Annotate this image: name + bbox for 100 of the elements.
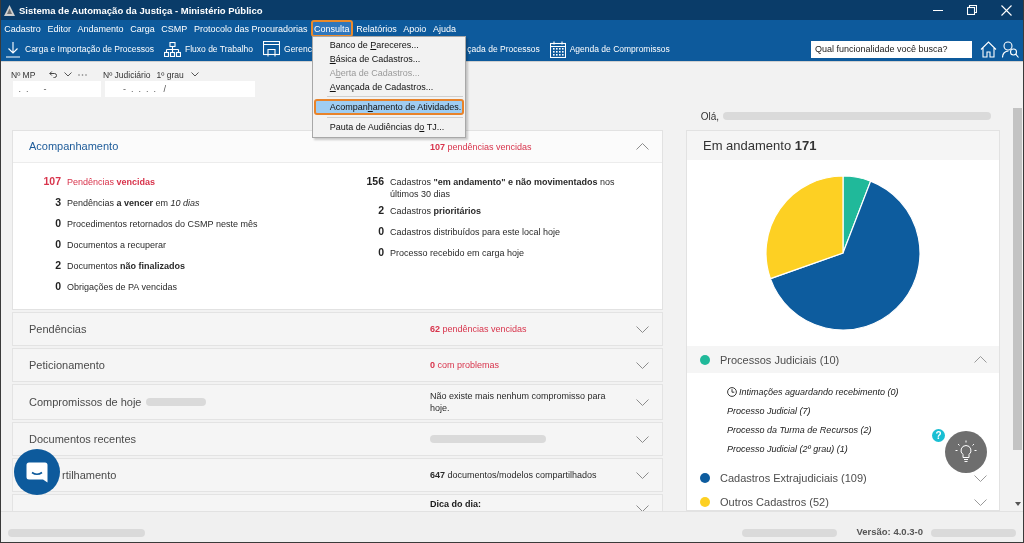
hierarchy-icon	[164, 41, 181, 57]
window-icon	[263, 41, 281, 57]
menu-item[interactable]: Protocolo das Procuradorias	[190, 20, 311, 37]
menu-item[interactable]: CSMP	[158, 20, 191, 37]
menu-item[interactable]: Pauta de Audiências do TJ...	[313, 120, 465, 134]
menu-item[interactable]: Carga	[126, 20, 158, 37]
scroll-down-icon[interactable]	[1014, 502, 1021, 506]
stat-label: Pendências vencidas	[67, 176, 156, 188]
chevron-down-icon[interactable]	[636, 435, 649, 443]
stat-label: Cadastros distribuídos para este local hoje	[390, 226, 561, 238]
toolbar-button[interactable]: Gerenci	[263, 39, 314, 59]
toolbar-button[interactable]: çada de Processos	[467, 39, 540, 59]
menu-item[interactable]: Acompanhamento de Atividades.	[313, 99, 465, 115]
chevron-up-icon[interactable]	[974, 356, 987, 363]
stat-count: 0	[55, 280, 61, 292]
window-title: Sistema de Automação da Justiça - Ministério Público	[19, 4, 264, 16]
calendar-icon	[549, 40, 566, 58]
section-summary: 62 pendências vencidas	[430, 323, 527, 335]
section-title: Documentos recentes	[29, 432, 136, 446]
search-field[interactable]: Qual funcionalidade você busca?	[811, 40, 972, 58]
version-text: Versão: 4.0.3-0	[856, 527, 923, 537]
legend-label: Outros Cadastros (52)	[720, 496, 830, 508]
chevron-down-icon[interactable]	[636, 325, 649, 333]
chevron-down-icon[interactable]	[974, 474, 987, 482]
accordion-header[interactable]: Compromissos de hoje Não existe mais nenhum compromisso para hoje.	[12, 384, 663, 420]
stat-label: Documentos a recuperar	[67, 239, 167, 251]
legend-group-header[interactable]: Outros Cadastros (52)	[687, 490, 999, 510]
stat-count: 0	[378, 246, 384, 258]
chevron-down-icon[interactable]	[636, 398, 649, 406]
download-icon	[5, 40, 21, 58]
blurred-text	[145, 398, 206, 406]
field-label: Nº Judiciário	[103, 69, 151, 80]
section-summary: Não existe mais nenhum compromisso para hoje.	[430, 390, 607, 414]
toolbar-button[interactable]: Carga e Importação de Processos	[5, 39, 154, 59]
field-label: Nº MP	[11, 69, 36, 80]
accordion-header[interactable]: Dica do dia:	[12, 494, 663, 511]
accordion-header[interactable]: rtilhamento 647 documentos/modelos compartilhados	[12, 458, 663, 492]
restore-icon	[967, 5, 977, 15]
degree-selector[interactable]: 1º grau	[156, 69, 199, 80]
stat-count: 2	[378, 204, 384, 216]
legend-item[interactable]: Processo da Turma de Recursos (2)	[727, 420, 872, 439]
legend-label: Processos Judiciais (10)	[720, 353, 841, 366]
legend-group-header[interactable]: Processos Judiciais (10)	[687, 346, 999, 373]
home-icon[interactable]	[980, 40, 997, 58]
stat-count: 107	[43, 175, 61, 187]
undo-icon[interactable]	[49, 71, 59, 78]
more-icon[interactable]	[78, 73, 88, 76]
chevron-down-icon[interactable]	[974, 498, 987, 506]
clock-icon	[727, 386, 737, 397]
section-title: Peticionamento	[29, 358, 105, 372]
lightbulb-icon	[955, 440, 977, 464]
accordion-header[interactable]: Peticionamento 0 com problemas	[12, 348, 663, 382]
menu-item[interactable]: Banco de Pareceres...	[313, 38, 465, 52]
card-title: Em andamento 171	[687, 131, 999, 160]
menu-item[interactable]: Apoio	[400, 20, 430, 37]
accordion-header[interactable]: Documentos recentes	[12, 422, 663, 456]
stat-count: 3	[55, 196, 61, 208]
input-field[interactable]: - . . . . /	[105, 81, 255, 97]
legend-item[interactable]: Processo Judicial (2º grau) (1)	[727, 439, 848, 458]
toolbar-button[interactable]: Agenda de Compromissos	[549, 39, 670, 59]
scrollbar-thumb[interactable]	[1013, 108, 1022, 450]
section-summary: 0 com problemas	[430, 359, 500, 371]
stat-count: 156	[366, 175, 384, 187]
section-summary: 647 documentos/modelos compartilhados	[430, 469, 597, 481]
menu-item[interactable]: Básica de Cadastros...	[313, 52, 465, 66]
legend-item[interactable]: Processo Judicial (7)	[727, 401, 811, 420]
stat-count: 0	[55, 238, 61, 250]
stat-count: 2	[55, 259, 61, 271]
legend-label: Cadastros Extrajudiciais (109)	[720, 472, 868, 484]
stat-label: Procedimentos retornados do CSMP neste mês	[67, 218, 258, 230]
legend-item[interactable]: Intimações aguardando recebimento (0)	[727, 382, 899, 401]
menu-item[interactable]: Ajuda	[429, 20, 460, 37]
toolbar-button[interactable]: Fluxo de Trabalho	[164, 39, 254, 59]
chevron-down-icon[interactable]	[636, 361, 649, 369]
menu-item[interactable]: Relatórios	[352, 20, 400, 37]
stat-count: 0	[378, 225, 384, 237]
input-field[interactable]: . . -	[13, 81, 101, 97]
section-summary: 107 pendências vencidas	[430, 140, 532, 153]
legend-group-header[interactable]: Cadastros Extrajudiciais (109)	[687, 466, 999, 490]
menu-item[interactable]: Editor	[44, 20, 75, 37]
close-icon	[1000, 4, 1012, 16]
menu-item[interactable]: Avançada de Cadastros...	[313, 80, 465, 94]
chevron-down-icon[interactable]	[64, 72, 73, 77]
stat-label: Obrigações de PA vencidas	[67, 281, 177, 293]
section-title: Pendências	[29, 322, 87, 336]
chat-bubble-icon	[26, 461, 48, 483]
section-title: rtilhamento	[62, 468, 117, 482]
stat-label: Cadastros "em andamento" e não movimentados nos últimos 30 dias	[390, 176, 616, 200]
accordion-header[interactable]: Pendências 62 pendências vencidas	[12, 312, 663, 346]
accordion-header[interactable]: Acompanhamento 107 pendências vencidas	[13, 131, 662, 163]
chevron-down-icon[interactable]	[190, 72, 199, 77]
user-search-icon[interactable]	[1002, 40, 1019, 58]
stat-label: Documentos não finalizados	[67, 260, 186, 272]
chevron-up-icon[interactable]	[636, 143, 649, 150]
section-title: Compromissos de hoje	[29, 395, 142, 409]
chevron-down-icon[interactable]	[636, 471, 649, 479]
menu-item[interactable]: Cadastro	[1, 20, 45, 37]
section-title: Acompanhamento	[29, 140, 119, 153]
stat-count: 0	[55, 217, 61, 229]
menu-item[interactable]: Andamento	[74, 20, 127, 37]
